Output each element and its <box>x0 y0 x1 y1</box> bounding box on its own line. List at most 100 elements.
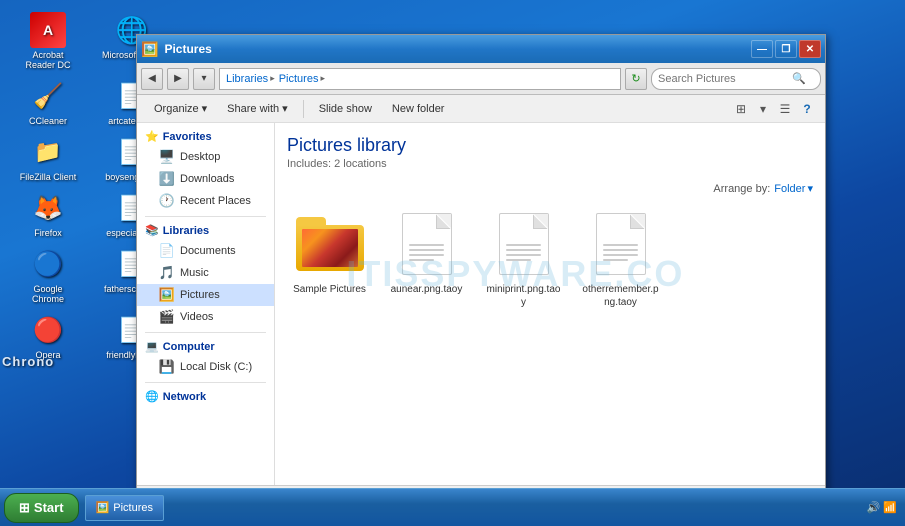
firefox-icon: 🦊 <box>30 190 66 226</box>
sidebar-network-header[interactable]: 🌐 Network <box>137 387 274 406</box>
libraries-icon: 📚 <box>145 224 159 237</box>
doc-lines <box>409 244 444 264</box>
file-grid: Sample Pictures <box>287 205 813 313</box>
refresh-button[interactable]: ↻ <box>625 68 647 90</box>
desktop: A AcrobatReader DC 🌐 Microsoft Edge 🧹 CC… <box>0 0 905 526</box>
file-name-otherremember: otherremember.png.taoy <box>582 283 659 309</box>
doc-icon-aunear <box>392 209 462 279</box>
desktop-icon-firefox[interactable]: 🦊 Firefox <box>8 186 88 242</box>
forward-button[interactable]: ▶ <box>167 68 189 90</box>
doc-icon-otherremember <box>586 209 656 279</box>
sidebar-item-downloads[interactable]: ⬇️ Downloads <box>137 168 274 190</box>
share-button[interactable]: Share with ▾ <box>218 98 297 120</box>
downloads-icon: ⬇️ <box>159 171 175 187</box>
taskbar: ⊞ Start 🖼️ Pictures 🔊 📶 <box>0 488 905 526</box>
content-area: Pictures library Includes: 2 locations A… <box>275 123 825 485</box>
desktop-icon-acrobat-label: AcrobatReader DC <box>25 50 70 70</box>
ccleaner-icon: 🧹 <box>30 78 66 114</box>
chrome-icon: 🔵 <box>30 246 66 282</box>
organize-button[interactable]: Organize ▾ <box>145 98 216 120</box>
explorer-window: 🖼️ Pictures — ❐ ✕ ◀ ▶ ▾ Libraries ▸ Pict… <box>136 34 826 514</box>
sidebar-favorites-header[interactable]: ⭐ Favorites <box>137 127 274 146</box>
file-item-otherremember[interactable]: otherremember.png.taoy <box>578 205 663 313</box>
sidebar-computer-header[interactable]: 💻 Computer <box>137 337 274 356</box>
file-item-miniprint[interactable]: miniprint.png.taoy <box>481 205 566 313</box>
title-bar-buttons: — ❐ ✕ <box>751 40 821 58</box>
arrange-label: Arrange by: <box>713 183 770 195</box>
pictures-icon: 🖼️ <box>159 287 175 303</box>
desktop-icon-chrome[interactable]: 🔵 GoogleChrome <box>8 242 88 308</box>
desktop-icon-chrome-label: GoogleChrome <box>32 284 64 304</box>
organize-dropdown-arrow: ▾ <box>202 102 208 115</box>
doc-lines-2 <box>506 244 541 264</box>
folder-image <box>302 229 358 267</box>
folder-shape <box>296 217 364 271</box>
desktop-icon-filezilla[interactable]: 📁 FileZilla Client <box>8 130 88 186</box>
slideshow-button[interactable]: Slide show <box>310 98 381 120</box>
doc-lines-3 <box>603 244 638 264</box>
acrobat-icon: A <box>30 12 66 48</box>
arrange-dropdown-icon: ▾ <box>807 182 813 195</box>
sidebar-item-recent[interactable]: 🕐 Recent Places <box>137 190 274 212</box>
desktop-icon-acrobat[interactable]: A AcrobatReader DC <box>8 8 88 74</box>
new-folder-button[interactable]: New folder <box>383 98 454 120</box>
help-button[interactable]: ? <box>797 99 817 119</box>
desktop-icon-firefox-label: Firefox <box>34 228 62 238</box>
opera-icon: 🔴 <box>30 312 66 348</box>
filezilla-icon: 📁 <box>30 134 66 170</box>
down-button[interactable]: ▾ <box>193 68 215 90</box>
desktop-icon-ccleaner[interactable]: 🧹 CCleaner <box>8 74 88 130</box>
file-item-aunear[interactable]: aunear.png.taoy <box>384 205 469 300</box>
view-dropdown-button[interactable]: ▾ <box>753 99 773 119</box>
toolbar-separator <box>303 100 304 118</box>
view-small-button[interactable]: ⊞ <box>731 99 751 119</box>
minimize-button[interactable]: — <box>751 40 773 58</box>
start-icon: ⊞ <box>19 500 30 516</box>
folder-back <box>296 225 364 271</box>
address-path[interactable]: Libraries ▸ Pictures ▸ <box>219 68 621 90</box>
restore-button[interactable]: ❐ <box>775 40 797 58</box>
toolbar: Organize ▾ Share with ▾ Slide show New f… <box>137 95 825 123</box>
desktop-icon-filezilla-label: FileZilla Client <box>20 172 77 182</box>
doc-shape-miniprint <box>499 213 549 275</box>
content-subtitle: Includes: 2 locations <box>287 158 813 170</box>
network-icon: 🌐 <box>145 390 159 403</box>
search-input[interactable] <box>658 73 788 85</box>
search-icon[interactable]: 🔍 <box>792 72 806 85</box>
file-name-aunear: aunear.png.taoy <box>391 283 463 296</box>
back-button[interactable]: ◀ <box>141 68 163 90</box>
desktop-icon-ccleaner-label: CCleaner <box>29 116 67 126</box>
chrono-label: Chrono <box>2 354 54 369</box>
close-button[interactable]: ✕ <box>799 40 821 58</box>
sidebar-item-desktop[interactable]: 🖥️ Desktop <box>137 146 274 168</box>
folder-img-inner <box>302 229 358 267</box>
search-box[interactable]: 🔍 <box>651 68 821 90</box>
path-pictures[interactable]: Pictures ▸ <box>279 73 325 85</box>
sidebar: ⭐ Favorites 🖥️ Desktop ⬇️ Downloads 🕐 Re… <box>137 123 275 485</box>
file-name-miniprint: miniprint.png.taoy <box>485 283 562 309</box>
sidebar-divider-2 <box>145 332 266 333</box>
sidebar-favorites-section: ⭐ Favorites 🖥️ Desktop ⬇️ Downloads 🕐 Re… <box>137 127 274 212</box>
sidebar-item-videos[interactable]: 🎬 Videos <box>137 306 274 328</box>
view-details-button[interactable]: ☰ <box>775 99 795 119</box>
sidebar-item-documents[interactable]: 📄 Documents <box>137 240 274 262</box>
doc-shape-otherremember <box>596 213 646 275</box>
title-bar: 🖼️ Pictures — ❐ ✕ <box>137 35 825 63</box>
file-item-sample-pictures[interactable]: Sample Pictures <box>287 205 372 300</box>
sidebar-item-localdisk[interactable]: 💾 Local Disk (C:) <box>137 356 274 378</box>
path-libraries[interactable]: Libraries ▸ <box>226 73 275 85</box>
folder-icon-sample <box>295 209 365 279</box>
arrange-bar: Arrange by: Folder ▾ <box>287 182 813 195</box>
taskbar-window-item[interactable]: 🖼️ Pictures <box>85 495 164 521</box>
arrange-value[interactable]: Folder ▾ <box>774 182 813 195</box>
sidebar-item-pictures[interactable]: 🖼️ Pictures <box>137 284 274 306</box>
sidebar-divider-1 <box>145 216 266 217</box>
sidebar-item-music[interactable]: 🎵 Music <box>137 262 274 284</box>
taskbar-window-icon: 🖼️ <box>96 501 110 514</box>
start-button[interactable]: ⊞ Start <box>4 493 79 523</box>
sidebar-libraries-header[interactable]: 📚 Libraries <box>137 221 274 240</box>
main-area: ⭐ Favorites 🖥️ Desktop ⬇️ Downloads 🕐 Re… <box>137 123 825 485</box>
content-header: Pictures library Includes: 2 locations <box>287 135 813 170</box>
window-title: Pictures <box>164 42 751 56</box>
content-title: Pictures library <box>287 135 813 156</box>
